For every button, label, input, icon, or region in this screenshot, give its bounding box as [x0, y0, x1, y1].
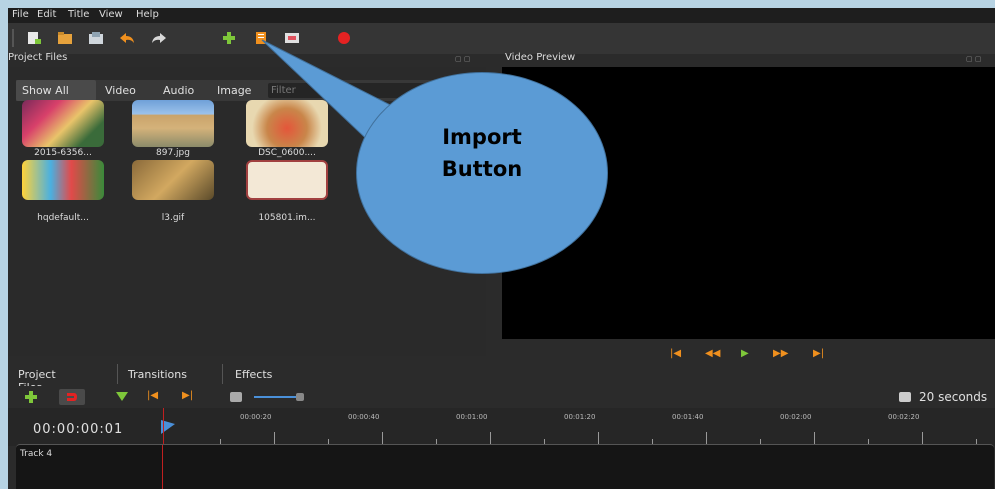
- zoom-level-label: 20 seconds: [919, 390, 988, 404]
- tab-divider: [222, 364, 223, 384]
- timeline-ruler: 00:00:00:01 00:00:20 00:00:40 00:01:00 00:0…: [8, 408, 995, 446]
- ruler-label: 00:00:20: [240, 413, 272, 421]
- jump-to-start-icon[interactable]: |◀: [670, 348, 681, 359]
- callout-line-2: Button: [441, 157, 523, 181]
- callout-text: Import Button: [357, 121, 607, 185]
- project-files-dock-title: Project Files: [8, 52, 68, 63]
- jump-to-end-icon[interactable]: ▶|: [813, 348, 824, 359]
- thumbnail-image[interactable]: [132, 100, 214, 147]
- zoom-icon: [899, 392, 911, 402]
- zoom-slider-track[interactable]: [254, 396, 296, 398]
- file-label: 105801.im...: [258, 213, 316, 223]
- zoom-out-icon[interactable]: [230, 392, 242, 402]
- ruler-label: 00:01:00: [456, 413, 488, 421]
- next-marker-icon[interactable]: ▶|: [182, 390, 193, 401]
- thumbnail-image[interactable]: [246, 160, 328, 200]
- menu-file[interactable]: File: [12, 9, 29, 20]
- timecode-display: 00:00:00:01: [33, 422, 124, 437]
- dock-float-close-icon[interactable]: ▢ ▢: [455, 55, 470, 63]
- play-icon[interactable]: ▶: [741, 348, 749, 359]
- file-label: l3.gif: [161, 213, 185, 223]
- playhead-line: [162, 445, 163, 489]
- tab-divider: [117, 364, 118, 384]
- ruler-label: 00:00:40: [348, 413, 380, 421]
- tab-audio[interactable]: Audio: [163, 84, 194, 97]
- timeline-toolbar: |◀ ▶| 20 seconds: [8, 386, 995, 408]
- menu-edit[interactable]: Edit: [37, 9, 56, 20]
- fast-forward-icon[interactable]: ▶▶: [773, 348, 788, 359]
- tab-transitions[interactable]: Transitions: [128, 368, 187, 381]
- file-label: DSC_0600....: [258, 148, 316, 158]
- callout-line-1: Import: [442, 125, 522, 149]
- menu-title[interactable]: Title: [68, 9, 89, 20]
- thumbnail-image[interactable]: [22, 160, 104, 200]
- video-preview-dock-title: Video Preview: [505, 52, 576, 63]
- file-label: 2015-6356...: [34, 148, 92, 158]
- profile-icon[interactable]: [253, 31, 269, 45]
- thumbnail-image[interactable]: [22, 100, 104, 147]
- file-label: hqdefault...: [37, 213, 89, 223]
- thumbnail-image[interactable]: [246, 100, 328, 147]
- ruler-label: 00:02:00: [780, 413, 812, 421]
- preview-dock-float-close-icon[interactable]: ▢ ▢: [966, 55, 981, 63]
- thumbnail-image[interactable]: [132, 160, 214, 200]
- ruler-label: 00:01:40: [672, 413, 704, 421]
- add-track-icon[interactable]: [24, 390, 38, 404]
- save-project-icon[interactable]: [88, 31, 104, 45]
- tab-effects[interactable]: Effects: [235, 368, 272, 381]
- main-toolbar: [8, 23, 995, 54]
- open-project-icon[interactable]: [57, 31, 73, 45]
- export-video-icon[interactable]: [336, 31, 352, 45]
- previous-marker-icon[interactable]: |◀: [147, 390, 158, 401]
- tab-image[interactable]: Image: [217, 84, 251, 97]
- menu-view[interactable]: View: [99, 9, 123, 20]
- import-files-icon[interactable]: [221, 31, 237, 45]
- fullscreen-icon[interactable]: [284, 31, 300, 45]
- track-name: Track 4: [20, 449, 53, 459]
- redo-icon[interactable]: [151, 31, 167, 45]
- playhead-line[interactable]: [163, 408, 164, 446]
- rewind-icon[interactable]: ◀◀: [705, 348, 720, 359]
- magnet-icon: [67, 393, 77, 401]
- timeline-track[interactable]: Track 4: [16, 444, 994, 489]
- toolbar-grip: [12, 29, 14, 47]
- import-button-callout: Import Button: [356, 72, 608, 274]
- ruler-label: 00:01:20: [564, 413, 596, 421]
- tab-show-all[interactable]: Show All: [22, 84, 69, 97]
- file-label: 897.jpg: [156, 148, 190, 158]
- snapping-toggle[interactable]: [59, 389, 85, 405]
- menu-help[interactable]: Help: [136, 9, 159, 20]
- ruler-label: 00:02:20: [888, 413, 920, 421]
- tab-video[interactable]: Video: [105, 84, 136, 97]
- new-project-icon[interactable]: [26, 31, 42, 45]
- undo-icon[interactable]: [119, 31, 135, 45]
- menu-bar: File Edit Title View Help: [8, 8, 995, 23]
- add-marker-icon[interactable]: [116, 392, 128, 402]
- zoom-slider-handle[interactable]: [296, 393, 304, 401]
